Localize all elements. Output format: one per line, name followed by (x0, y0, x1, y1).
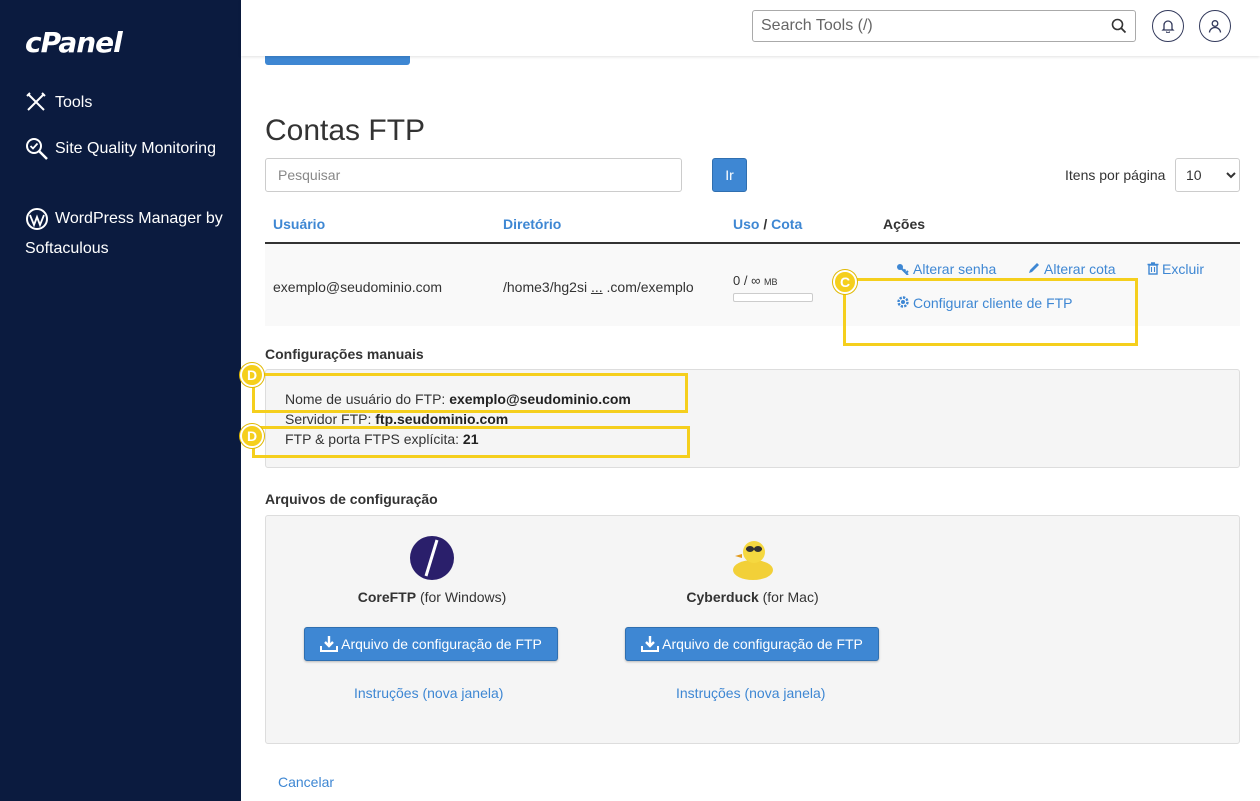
sidebar-item-label: WordPress Manager by Softaculous (25, 210, 223, 257)
highlight-box-c (843, 278, 1138, 346)
highlight-box-d-port (252, 426, 690, 458)
search-tools-input[interactable] (753, 11, 1093, 41)
go-button[interactable]: Ir (712, 158, 747, 192)
sidebar-item-site-quality[interactable]: Site Quality Monitoring (25, 134, 225, 164)
column-header-usage-quota: Uso / Cota (733, 216, 802, 232)
sidebar-item-wordpress[interactable]: WordPress Manager by Softaculous (25, 204, 225, 264)
cyberduck-download-button[interactable]: Arquivo de configuração de FTP (625, 627, 879, 661)
cyberduck-download-label: Arquivo de configuração de FTP (662, 636, 863, 652)
row-user: exemplo@seudominio.com (273, 279, 443, 295)
coreftp-platform: (for Windows) (419, 589, 507, 605)
accounts-search-input[interactable] (265, 158, 682, 192)
top-header (241, 0, 1260, 56)
create-account-button-partial[interactable] (265, 56, 410, 65)
notifications-button[interactable] (1152, 10, 1184, 42)
badge-c: C (833, 270, 857, 294)
change-password-label: Alterar senha (913, 261, 997, 277)
dir-start: /home3/hg2si (503, 279, 588, 295)
manual-settings-title: Configurações manuais (265, 346, 424, 362)
column-header-usage[interactable]: Uso (733, 216, 759, 232)
coreftp-logo-icon (409, 535, 455, 584)
column-header-user[interactable]: Usuário (273, 216, 325, 232)
key-icon (897, 264, 909, 276)
cyberduck-name-bold: Cyberduck (686, 589, 759, 605)
delete-link[interactable]: Excluir (1147, 261, 1204, 277)
change-quota-label: Alterar cota (1044, 261, 1116, 277)
usage-unit: MB (763, 277, 778, 287)
column-header-directory[interactable]: Diretório (503, 216, 561, 232)
sidebar: cPanel Tools Site Quality Monitoring Wor… (0, 0, 241, 801)
cyberduck-platform: (for Mac) (762, 589, 819, 605)
dir-end: .com/exemplo (606, 279, 694, 295)
page-title: Contas FTP (265, 114, 426, 147)
coreftp-name: CoreFTP (for Windows) (356, 589, 508, 605)
magnifier-check-icon (25, 137, 49, 161)
usage-progress-bar (733, 293, 813, 302)
delete-label: Excluir (1162, 261, 1205, 277)
config-files-title: Arquivos de configuração (265, 491, 438, 507)
user-icon (1208, 20, 1222, 33)
coreftp-name-bold: CoreFTP (357, 589, 417, 605)
row-usage: 0 / ∞ MB (733, 273, 777, 288)
coreftp-instructions-link[interactable]: Instruções (nova janela) (354, 685, 503, 701)
change-quota-link[interactable]: Alterar cota (1027, 261, 1116, 277)
ftp-server-label: Servidor FTP: (285, 411, 372, 427)
download-icon (641, 636, 660, 652)
user-menu-button[interactable] (1199, 10, 1231, 42)
badge-d-port: D (240, 424, 264, 448)
search-icon[interactable] (1111, 18, 1127, 37)
usage-value: 0 / ∞ (733, 273, 761, 288)
wordpress-icon (25, 207, 49, 231)
cpanel-logo[interactable]: cPanel (25, 26, 123, 59)
cyberduck-logo-icon (729, 532, 777, 585)
search-tools-box[interactable] (752, 10, 1136, 42)
row-directory: /home3/hg2si ... .com/exemplo (503, 279, 694, 295)
bell-icon (1161, 20, 1175, 33)
sidebar-item-label: Tools (55, 94, 93, 111)
download-icon (320, 636, 339, 652)
trash-icon (1147, 262, 1159, 275)
dir-ellipsis[interactable]: ... (591, 279, 603, 295)
cancel-link[interactable]: Cancelar (278, 774, 334, 790)
cyberduck-name: Cyberduck (for Mac) (676, 589, 829, 605)
highlight-box-d-username (252, 373, 688, 413)
change-password-link[interactable]: Alterar senha (896, 261, 996, 277)
ftp-server-value: ftp.seudominio.com (375, 411, 509, 427)
sidebar-item-label: Site Quality Monitoring (55, 140, 216, 157)
header-separator: / (763, 216, 768, 232)
pencil-icon (1029, 263, 1039, 273)
coreftp-download-button[interactable]: Arquivo de configuração de FTP (304, 627, 558, 661)
column-header-quota[interactable]: Cota (771, 216, 802, 232)
ftp-server-line: Servidor FTP: ftp.seudominio.com (285, 411, 508, 427)
sidebar-item-tools[interactable]: Tools (25, 88, 225, 118)
badge-d-username: D (240, 363, 264, 387)
tools-icon (25, 91, 49, 115)
items-per-page-select[interactable]: 10 (1175, 158, 1240, 192)
items-per-page-label: Itens por página (1065, 167, 1166, 183)
column-header-actions: Ações (883, 216, 926, 232)
cyberduck-instructions-link[interactable]: Instruções (nova janela) (676, 685, 825, 701)
coreftp-download-label: Arquivo de configuração de FTP (341, 636, 542, 652)
